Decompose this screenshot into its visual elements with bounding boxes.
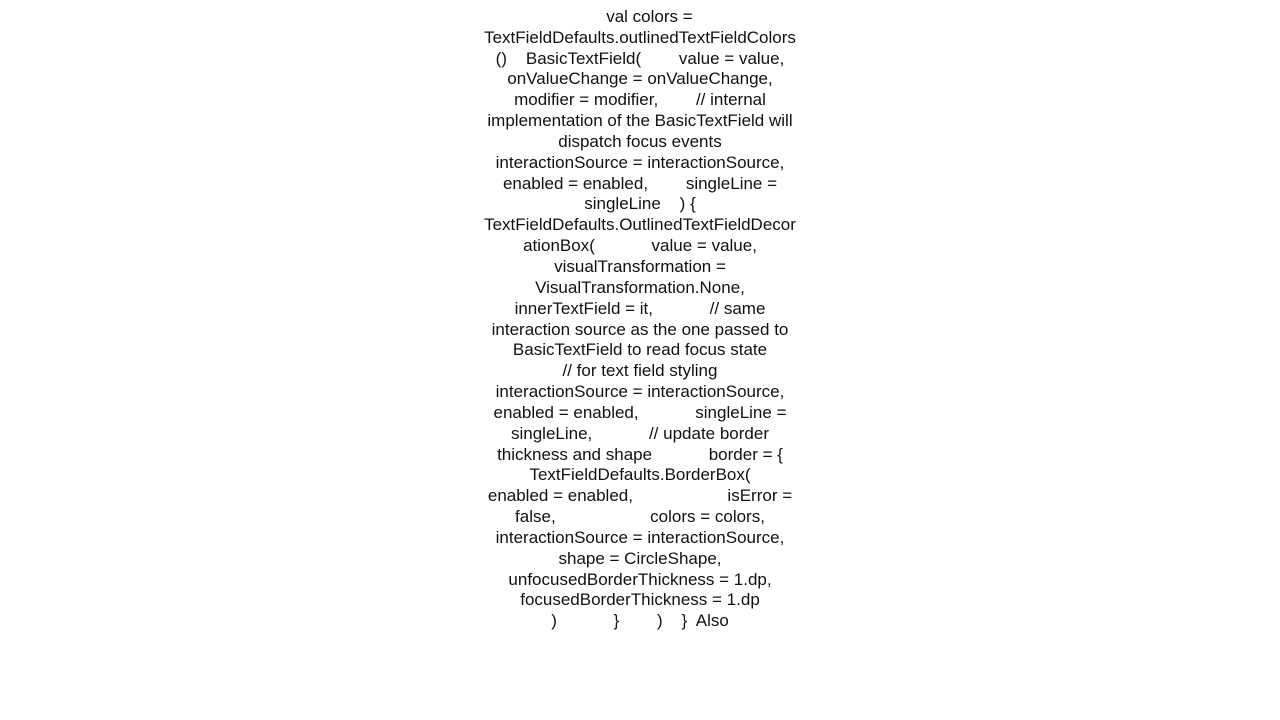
page-root: val colors = TextFieldDefaults.outlinedT… — [0, 0, 1280, 720]
code-text-block: val colors = TextFieldDefaults.outlinedT… — [482, 0, 798, 653]
code-snippet-text: val colors = TextFieldDefaults.outlinedT… — [484, 6, 879, 631]
